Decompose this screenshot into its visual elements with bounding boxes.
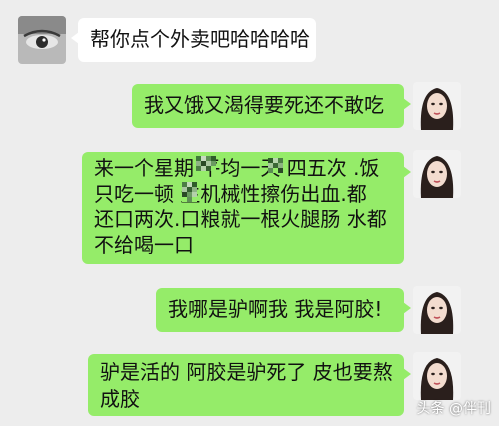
message-text: 我又饿又渴得要死还不敢吃 bbox=[144, 93, 384, 117]
message-text-line: 还口两次.口粮就一根火腿肠 水都 bbox=[94, 207, 387, 231]
censor-mosaic bbox=[268, 158, 283, 173]
sent-message-bubble[interactable]: 驴是活的 阿胶是驴死了 皮也要熬 成胶 bbox=[88, 354, 411, 416]
contact-avatar[interactable] bbox=[18, 16, 66, 64]
censor-mosaic bbox=[182, 182, 197, 202]
message-text: 帮你点个外卖吧哈哈哈哈 bbox=[90, 27, 310, 51]
message-text-line: 不给喝一口 bbox=[94, 232, 194, 257]
message-text-line: 驴是活的 阿胶是驴死了 皮也要熬 bbox=[100, 360, 393, 384]
source-watermark: 头条 @伴刊 bbox=[416, 401, 491, 417]
message-text-line: 来一个星期 平均一天 四五次 .饭 bbox=[94, 156, 380, 180]
self-avatar[interactable] bbox=[413, 352, 461, 400]
self-avatar[interactable] bbox=[413, 286, 461, 334]
self-avatar[interactable] bbox=[413, 82, 461, 130]
sent-message-bubble[interactable]: 我又饿又渴得要死还不敢吃 bbox=[132, 84, 411, 128]
censor-mosaic bbox=[196, 156, 216, 172]
chat-view: 帮你点个外卖吧哈哈哈哈 我又饿又渴得要死还不敢吃 来一个星期 平均一天 四五次 … bbox=[0, 0, 499, 426]
sent-message-bubble[interactable]: 我哪是驴啊我 我是阿胶! bbox=[156, 288, 411, 332]
self-avatar[interactable] bbox=[413, 150, 461, 198]
sent-message-bubble[interactable]: 来一个星期 平均一天 四五次 .饭 只吃一顿 生机械性擦伤出血.都 还口两次.口… bbox=[82, 152, 411, 264]
message-text-line: 成胶 bbox=[100, 387, 140, 411]
message-text-line: 只吃一顿 生机械性擦伤出血.都 bbox=[94, 181, 367, 206]
received-message-bubble[interactable]: 帮你点个外卖吧哈哈哈哈 bbox=[71, 18, 316, 62]
message-text: 我哪是驴啊我 我是阿胶! bbox=[168, 297, 383, 321]
